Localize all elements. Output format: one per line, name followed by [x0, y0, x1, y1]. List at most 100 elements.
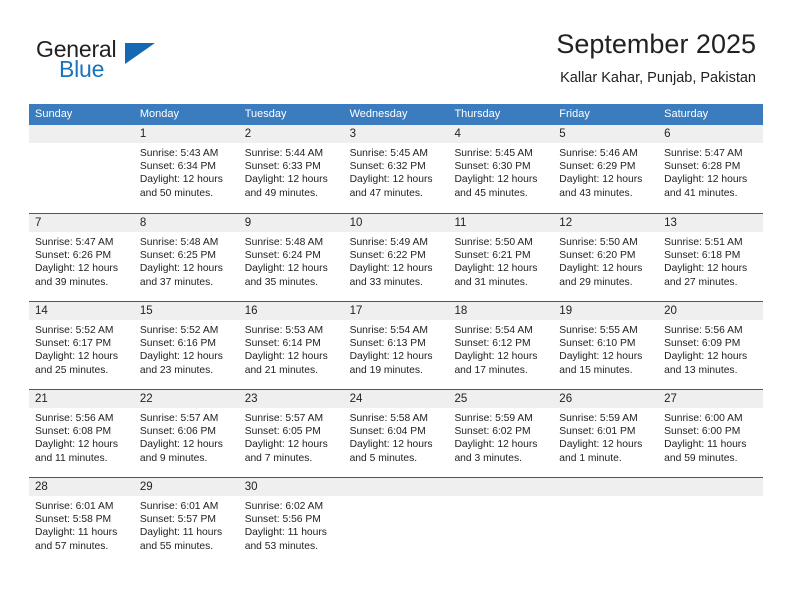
calendar-day-cell[interactable]: 15 Sunrise: 5:52 AM Sunset: 6:16 PM Dayligh…: [133, 302, 239, 389]
calendar-day-cell[interactable]: 28 Sunrise: 6:01 AM Sunset: 5:58 PM Dayligh…: [29, 478, 134, 565]
sunset-text: Sunset: 6:00 PM: [664, 426, 741, 438]
general-blue-logo[interactable]: General Blue: [36, 36, 236, 88]
calendar-day-cell[interactable]: 9 Sunrise: 5:48 AM Sunset: 6:24 PM Daylight…: [238, 214, 344, 301]
day-number: 6: [658, 125, 764, 143]
calendar-day-cell[interactable]: 25 Sunrise: 5:59 AM Sunset: 6:02 PM Dayligh…: [448, 390, 554, 477]
day-number: 2: [238, 125, 344, 143]
calendar-day-cell[interactable]: 18 Sunrise: 5:54 AM Sunset: 6:12 PM Dayligh…: [448, 302, 554, 389]
sunrise-text: Sunrise: 5:52 AM: [139, 325, 219, 336]
calendar-day-cell[interactable]: 30 Sunrise: 6:02 AM Sunset: 5:56 PM Dayligh…: [238, 478, 344, 565]
day-details: Sunrise: 6:01 AM Sunset: 5:57 PM Daylight:…: [134, 496, 239, 553]
day-number: 8: [133, 214, 239, 232]
sunset-text: Sunset: 6:13 PM: [349, 338, 426, 350]
day-number: 28: [29, 478, 134, 496]
logo-text-blue: Blue: [59, 56, 105, 82]
daylight-text-line1: Daylight: 12 hours: [664, 351, 748, 363]
day-details: Sunrise: 5:52 AM Sunset: 6:16 PM Daylight:…: [134, 320, 239, 377]
sunset-text: Sunset: 6:26 PM: [35, 250, 112, 262]
daylight-text-line2: and 19 minutes.: [349, 364, 423, 376]
calendar-day-cell[interactable]: 5 Sunrise: 5:46 AM Sunset: 6:29 PM Daylight…: [553, 125, 659, 213]
sunset-text: Sunset: 6:32 PM: [349, 161, 426, 173]
sunset-text: Sunset: 6:28 PM: [664, 161, 741, 173]
calendar-day-cell[interactable]: 4 Sunrise: 5:45 AM Sunset: 6:30 PM Daylight…: [448, 125, 554, 213]
daylight-text-line2: and 1 minute.: [559, 452, 622, 464]
sunset-text: Sunset: 6:22 PM: [349, 250, 426, 262]
calendar-day-cell[interactable]: 20 Sunrise: 5:56 AM Sunset: 6:09 PM Dayligh…: [658, 302, 764, 389]
daylight-text-line2: and 5 minutes.: [349, 452, 418, 464]
calendar-day-cell[interactable]: 6 Sunrise: 5:47 AM Sunset: 6:28 PM Daylight…: [658, 125, 764, 213]
day-number: 4: [448, 125, 554, 143]
daylight-text-line1: Daylight: 12 hours: [349, 263, 433, 275]
page-header: General Blue September 2025 Kallar Kahar…: [0, 0, 792, 100]
calendar-day-cell[interactable]: 29 Sunrise: 6:01 AM Sunset: 5:57 PM Dayligh…: [133, 478, 239, 565]
calendar-day-cell[interactable]: 10 Sunrise: 5:49 AM Sunset: 6:22 PM Dayligh…: [343, 214, 449, 301]
daylight-text-line2: and 13 minutes.: [664, 364, 738, 376]
sunrise-text: Sunrise: 5:49 AM: [349, 237, 428, 248]
sunrise-text: Sunrise: 5:54 AM: [349, 325, 428, 336]
calendar-day-cell[interactable]: 3 Sunrise: 5:45 AM Sunset: 6:32 PM Daylight…: [343, 125, 449, 213]
day-details: Sunrise: 5:44 AM Sunset: 6:33 PM Daylight:…: [239, 143, 344, 200]
daylight-text-line2: and 7 minutes.: [244, 452, 313, 464]
calendar-day-cell[interactable]: 2 Sunrise: 5:44 AM Sunset: 6:33 PM Daylight…: [238, 125, 344, 213]
day-details: Sunrise: 5:50 AM Sunset: 6:20 PM Daylight:…: [553, 232, 658, 289]
daylight-text-line2: and 27 minutes.: [664, 276, 738, 288]
day-number: 12: [553, 214, 659, 232]
calendar-day-cell[interactable]: 24 Sunrise: 5:58 AM Sunset: 6:04 PM Dayligh…: [343, 390, 449, 477]
sunrise-text: Sunrise: 5:58 AM: [349, 413, 428, 424]
day-details: Sunrise: 5:54 AM Sunset: 6:13 PM Daylight:…: [344, 320, 449, 377]
calendar-day-cell[interactable]: 19 Sunrise: 5:55 AM Sunset: 6:10 PM Dayligh…: [553, 302, 659, 389]
calendar-day-cell[interactable]: 8 Sunrise: 5:48 AM Sunset: 6:25 PM Daylight…: [133, 214, 239, 301]
day-number: [343, 478, 449, 496]
title-block: September 2025 Kallar Kahar, Punjab, Pak…: [556, 28, 756, 88]
day-number: 16: [238, 302, 344, 320]
sunset-text: Sunset: 6:33 PM: [244, 161, 321, 173]
daylight-text-line1: Daylight: 12 hours: [35, 263, 118, 275]
calendar-day-cell[interactable]: 27 Sunrise: 6:00 AM Sunset: 6:00 PM Dayligh…: [658, 390, 764, 477]
calendar-day-cell[interactable]: 17 Sunrise: 5:54 AM Sunset: 6:13 PM Dayligh…: [343, 302, 449, 389]
day-number: 11: [448, 214, 554, 232]
daylight-text-line1: Daylight: 11 hours: [139, 527, 223, 539]
sunrise-text: Sunrise: 5:54 AM: [454, 325, 533, 336]
calendar-day-cell[interactable]: 12 Sunrise: 5:50 AM Sunset: 6:20 PM Dayligh…: [553, 214, 659, 301]
sunset-text: Sunset: 6:25 PM: [139, 250, 216, 262]
day-details: Sunrise: 5:49 AM Sunset: 6:22 PM Daylight:…: [344, 232, 449, 289]
calendar-day-cell[interactable]: 14 Sunrise: 5:52 AM Sunset: 6:17 PM Dayligh…: [29, 302, 134, 389]
sunset-text: Sunset: 6:29 PM: [559, 161, 636, 173]
sunset-text: Sunset: 6:10 PM: [559, 338, 636, 350]
day-details: Sunrise: 5:59 AM Sunset: 6:02 PM Daylight:…: [448, 408, 553, 465]
daylight-text-line1: Daylight: 12 hours: [454, 174, 538, 186]
sunrise-text: Sunrise: 5:56 AM: [35, 413, 114, 424]
daylight-text-line2: and 25 minutes.: [35, 364, 109, 376]
daylight-text-line1: Daylight: 12 hours: [35, 439, 118, 451]
day-details: Sunrise: 5:48 AM Sunset: 6:25 PM Daylight:…: [134, 232, 239, 289]
day-number: [658, 478, 764, 496]
daylight-text-line1: Daylight: 12 hours: [244, 439, 328, 451]
sunrise-text: Sunrise: 5:57 AM: [244, 413, 324, 424]
sunrise-text: Sunrise: 5:55 AM: [559, 325, 638, 336]
calendar-day-cell[interactable]: 1 Sunrise: 5:43 AM Sunset: 6:34 PM Daylight…: [133, 125, 239, 213]
sunset-text: Sunset: 6:01 PM: [559, 426, 636, 438]
calendar-week-row: 1 Sunrise: 5:43 AM Sunset: 6:34 PM Daylight…: [29, 125, 764, 213]
daylight-text-line1: Daylight: 12 hours: [454, 351, 538, 363]
calendar-day-cell[interactable]: 23 Sunrise: 5:57 AM Sunset: 6:05 PM Dayligh…: [238, 390, 344, 477]
daylight-text-line1: Daylight: 12 hours: [139, 439, 223, 451]
calendar-day-cell[interactable]: 21 Sunrise: 5:56 AM Sunset: 6:08 PM Dayligh…: [29, 390, 134, 477]
calendar-day-cell[interactable]: 11 Sunrise: 5:50 AM Sunset: 6:21 PM Dayligh…: [448, 214, 554, 301]
day-details: Sunrise: 5:54 AM Sunset: 6:12 PM Daylight:…: [448, 320, 553, 377]
day-details: Sunrise: 5:57 AM Sunset: 6:05 PM Daylight:…: [239, 408, 344, 465]
calendar-day-cell[interactable]: 16 Sunrise: 5:53 AM Sunset: 6:14 PM Dayligh…: [238, 302, 344, 389]
day-number: 9: [238, 214, 344, 232]
calendar-week-row: 21 Sunrise: 5:56 AM Sunset: 6:08 PM Dayligh…: [29, 389, 764, 477]
calendar-day-cell[interactable]: 26 Sunrise: 5:59 AM Sunset: 6:01 PM Dayligh…: [553, 390, 659, 477]
day-number: [448, 478, 554, 496]
sunrise-text: Sunrise: 5:52 AM: [35, 325, 114, 336]
weekday-header-saturday: Saturday: [664, 108, 709, 120]
day-number: 25: [448, 390, 554, 408]
calendar-day-cell[interactable]: 13 Sunrise: 5:51 AM Sunset: 6:18 PM Dayligh…: [658, 214, 764, 301]
calendar-day-cell[interactable]: 22 Sunrise: 5:57 AM Sunset: 6:06 PM Dayligh…: [133, 390, 239, 477]
calendar-day-cell[interactable]: 7 Sunrise: 5:47 AM Sunset: 6:26 PM Daylight…: [29, 214, 134, 301]
day-details: Sunrise: 5:52 AM Sunset: 6:17 PM Daylight:…: [29, 320, 134, 377]
sunrise-text: Sunrise: 5:53 AM: [244, 325, 324, 336]
daylight-text-line2: and 9 minutes.: [139, 452, 208, 464]
sunset-text: Sunset: 5:57 PM: [139, 514, 216, 526]
